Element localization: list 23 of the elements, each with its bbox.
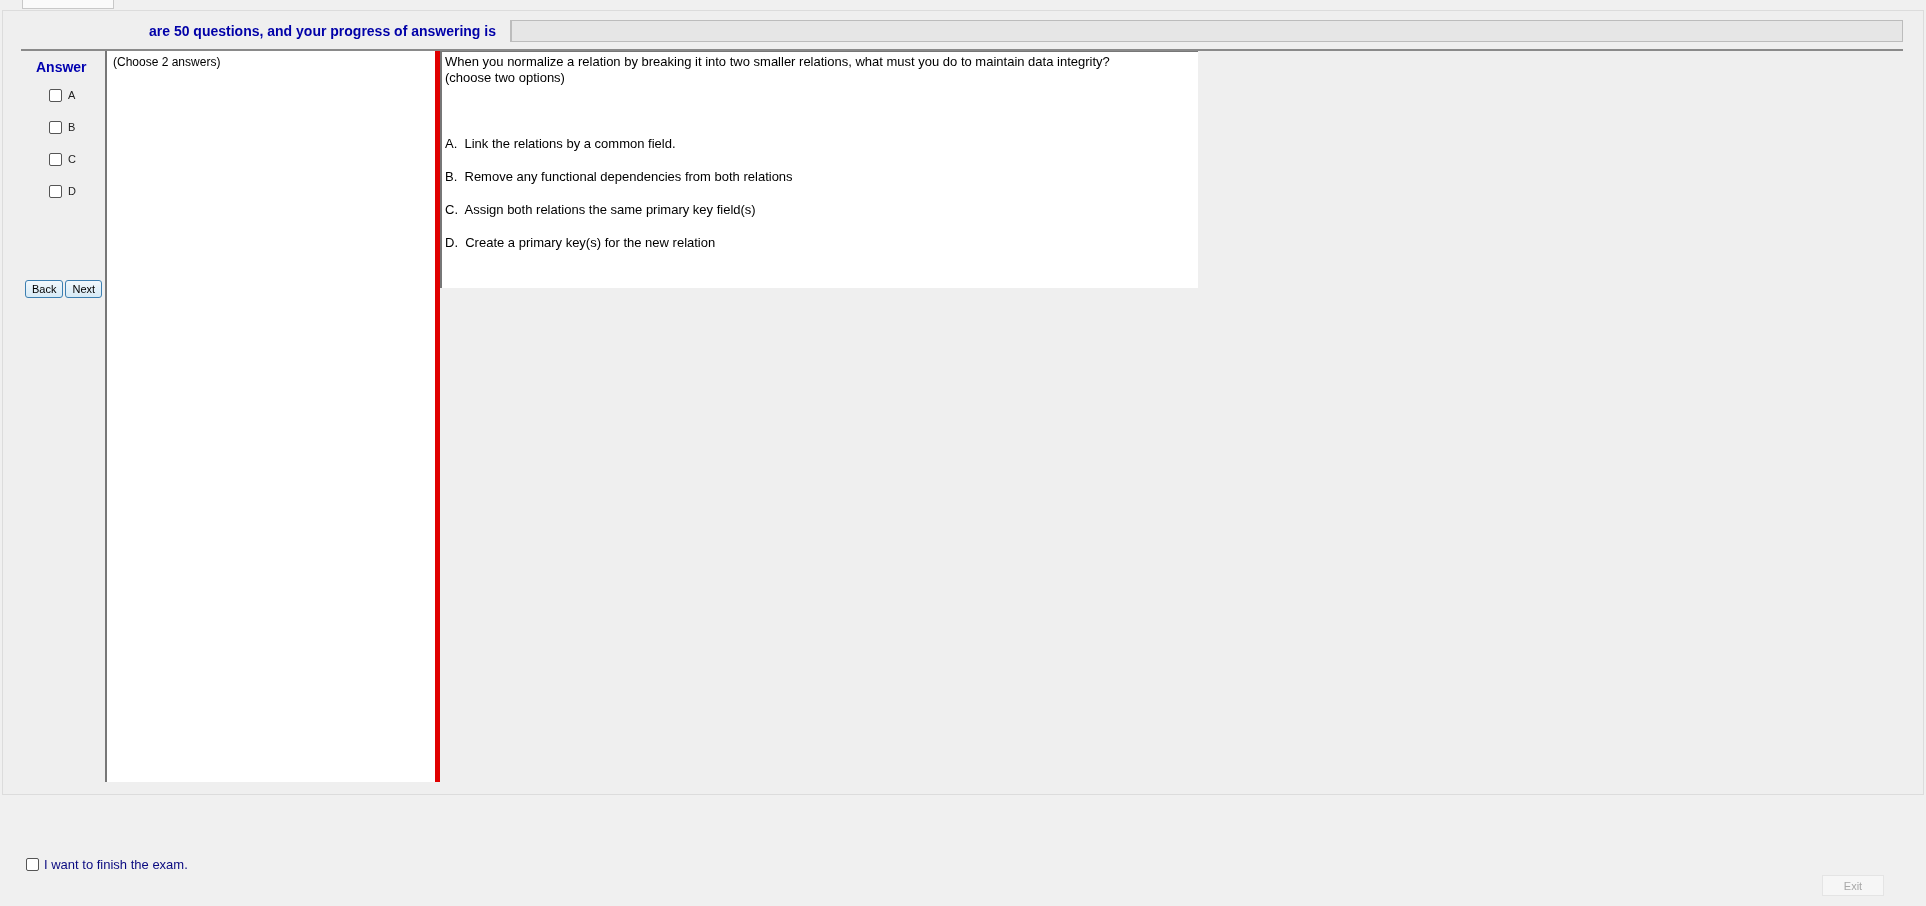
back-button[interactable]: Back: [25, 280, 64, 298]
choice-text: A. Link the relations by a common field.: [445, 136, 677, 152]
checkbox[interactable]: [49, 120, 62, 134]
choice-text: D. Create a primary key(s) for the new relation: [445, 235, 717, 251]
answer-option[interactable]: B: [49, 115, 76, 139]
answer-title: Answer: [36, 59, 87, 75]
answer-option[interactable]: C: [49, 147, 76, 171]
question-text: When you normalize a relation by breaking it into two smaller relations, what must you do to maintain data integrity? (choose two options): [445, 54, 1111, 86]
checkbox[interactable]: [49, 152, 62, 166]
option-label: B: [68, 121, 76, 133]
progress-label: are 50 questions, and your progress of answering is: [149, 23, 496, 39]
checkbox[interactable]: [49, 88, 62, 102]
answer-option[interactable]: D: [49, 179, 76, 203]
option-label: A: [68, 89, 76, 101]
choice-text: C. Assign both relations the same primary key field(s): [445, 202, 757, 218]
hint-text: (Choose 2 answers): [113, 55, 221, 69]
checkbox[interactable]: [26, 858, 39, 871]
checkbox[interactable]: [49, 184, 62, 198]
next-button[interactable]: Next: [65, 280, 103, 298]
answer-option[interactable]: A: [49, 83, 76, 107]
choice-text: B. Remove any functional dependencies from both relations: [445, 169, 794, 185]
option-label: D: [68, 185, 76, 197]
option-label: C: [68, 153, 76, 165]
